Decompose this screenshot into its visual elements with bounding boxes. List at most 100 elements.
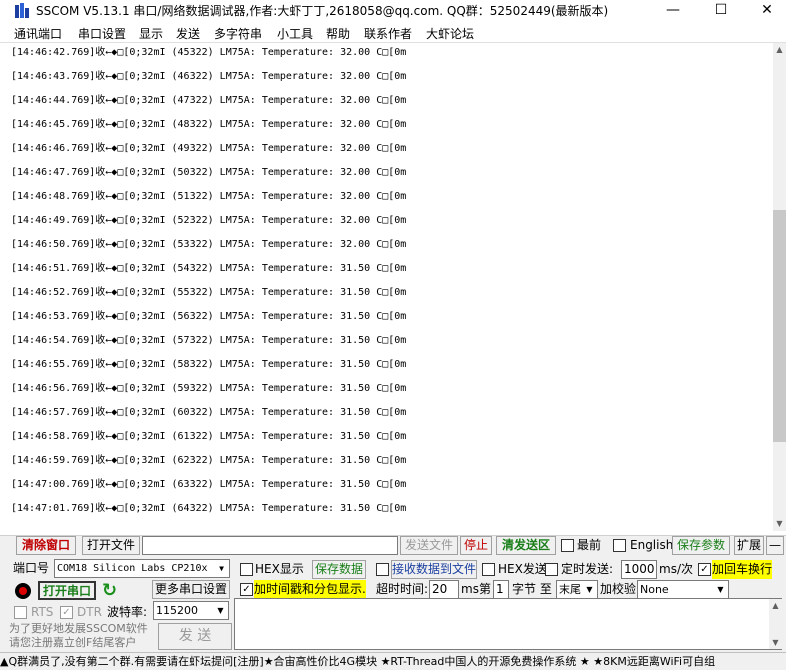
save-params-button[interactable]: 保存参数 [672,536,730,555]
menu-send[interactable]: 发送 [176,25,200,42]
chevron-down-icon: ▼ [582,581,597,598]
timestamp-checkbox[interactable]: ✓ [240,583,253,596]
send-file-button[interactable]: 发送文件 [400,536,458,555]
checksum-value: None [640,583,669,596]
menu-contact-author[interactable]: 联系作者 [364,25,412,42]
app-icon [14,2,32,19]
menu-display[interactable]: 显示 [139,25,163,42]
log-line: [14:46:47.769]收←◆□[0;32mI (50322) LM75A:… [11,167,407,178]
close-button[interactable]: ✕ [744,0,786,21]
log-line: [14:46:59.769]收←◆□[0;32mI (62322) LM75A:… [11,455,407,466]
save-data-button[interactable]: 保存数据 [312,560,366,579]
log-line: [14:46:50.769]收←◆□[0;32mI (53322) LM75A:… [11,239,407,250]
timed-send-checkbox[interactable] [545,563,558,576]
refresh-icon[interactable]: ↻ [102,580,122,602]
promo-line-1: 为了更好地发展SSCOM软件 [9,622,148,635]
log-line: [14:46:58.769]收←◆□[0;32mI (61322) LM75A:… [11,431,407,442]
rts-checkbox[interactable] [14,606,27,619]
log-line: [14:46:45.769]收←◆□[0;32mI (48322) LM75A:… [11,119,407,130]
status-bar[interactable]: ▲Q群满员了,没有第二个群.有需要请在虾坛提问[注册]★合宙高性价比4G模块 ★… [0,652,786,670]
baud-select[interactable]: 115200 ▼ [153,601,229,620]
port-value: COM18 Silicon Labs CP210x [57,563,208,574]
dtr-label: DTR [77,605,102,619]
log-line: [14:46:48.769]收←◆□[0;32mI (51322) LM75A:… [11,191,407,202]
menu-serial-settings[interactable]: 串口设置 [78,25,126,42]
timeout-label: 超时时间: [376,582,429,596]
add-crlf-label: 加回车换行 [712,560,773,579]
open-port-button[interactable]: 打开串口 [38,581,96,600]
scroll-down-icon[interactable]: ▼ [773,517,786,530]
log-line: [14:46:49.769]收←◆□[0;32mI (52322) LM75A:… [11,215,407,226]
stop-button[interactable]: 停止 [460,536,492,555]
log-line: [14:46:55.769]收←◆□[0;32mI (58322) LM75A:… [11,359,407,370]
timestamp-label: 加时间戳和分包显示. [254,580,366,599]
log-line: [14:46:44.769]收←◆□[0;32mI (47322) LM75A:… [11,95,407,106]
topmost-checkbox[interactable] [561,539,574,552]
log-line: [14:46:52.769]收←◆□[0;32mI (55322) LM75A:… [11,287,407,298]
byte-to-label: 字节 至 [512,582,552,596]
scroll-up-icon[interactable]: ▲ [769,599,782,612]
interval-input[interactable]: 1000 [621,560,657,579]
log-line: [14:46:51.769]收←◆□[0;32mI (54322) LM75A:… [11,263,407,274]
log-line: [14:47:00.769]收←◆□[0;32mI (63322) LM75A:… [11,479,407,490]
promo-line-2: 请您注册嘉立创F结尾客户 [9,636,137,649]
menu-tools[interactable]: 小工具 [277,25,313,42]
baud-value: 115200 [156,604,198,617]
log-line: [14:46:57.769]收←◆□[0;32mI (60322) LM75A:… [11,407,407,418]
checksum-label: 加校验 [600,582,637,596]
port-status-icon [15,583,31,599]
byte-end-select[interactable]: 末尾 ▼ [556,580,598,599]
log-line: [14:46:56.769]收←◆□[0;32mI (59322) LM75A:… [11,383,407,394]
menu-forum[interactable]: 大虾论坛 [426,25,474,42]
recv-to-file-button[interactable]: 接收数据到文件 [391,560,477,579]
log-line: [14:46:53.769]收←◆□[0;32mI (56322) LM75A:… [11,311,407,322]
clear-send-button[interactable]: 清发送区 [496,536,556,555]
scroll-up-icon[interactable]: ▲ [773,43,786,56]
port-label: 端口号 [13,561,50,575]
chevron-down-icon: ▼ [214,560,229,577]
expand-button[interactable]: 扩展 [734,536,764,555]
byte-end-value: 末尾 [559,583,581,596]
collapse-button[interactable]: — [766,536,784,555]
receive-log[interactable]: [14:46:42.769]收←◆□[0;32mI (45322) LM75A:… [7,43,773,531]
menu-multi-string[interactable]: 多字符串 [214,25,262,42]
log-line: [14:46:54.769]收←◆□[0;32mI (57322) LM75A:… [11,335,407,346]
recv-to-file-checkbox[interactable] [376,563,389,576]
timed-send-label: 定时发送: [561,562,614,576]
open-file-button[interactable]: 打开文件 [82,536,140,555]
chevron-down-icon: ▼ [213,602,228,619]
more-port-settings-button[interactable]: 更多串口设置 [152,580,230,599]
timeout-input[interactable]: 20 [429,580,459,599]
menu-port[interactable]: 通讯端口 [14,25,62,42]
maximize-button[interactable]: ☐ [698,0,744,21]
interval-unit: ms/次 [659,562,693,576]
hex-display-label: HEX显示 [255,562,304,576]
port-select[interactable]: COM18 Silicon Labs CP210x ▼ [54,559,230,578]
file-path-input[interactable] [142,536,398,555]
english-label: English [630,538,674,552]
clear-window-button[interactable]: 清除窗口 [16,536,76,555]
hex-display-checkbox[interactable] [240,563,253,576]
send-button[interactable]: 发 送 [158,623,232,650]
scrollbar-thumb[interactable] [773,210,786,442]
log-line: [14:46:42.769]收←◆□[0;32mI (45322) LM75A:… [11,47,407,58]
byte-index-input[interactable]: 1 [493,580,509,599]
dtr-checkbox[interactable]: ✓ [60,606,73,619]
hex-send-checkbox[interactable] [482,563,495,576]
minimize-button[interactable]: — [650,0,696,21]
scroll-down-icon[interactable]: ▼ [769,636,782,649]
chevron-down-icon: ▼ [713,581,728,598]
english-checkbox[interactable] [613,539,626,552]
topmost-label: 最前 [577,538,602,552]
byte-index-label: 第 [479,582,492,596]
log-line: [14:46:43.769]收←◆□[0;32mI (46322) LM75A:… [11,71,407,82]
rts-label: RTS [31,605,54,619]
send-textarea[interactable] [234,598,782,650]
baud-label: 波特率: [107,605,148,619]
add-crlf-checkbox[interactable]: ✓ [698,563,711,576]
menu-help[interactable]: 帮助 [326,25,350,42]
timeout-unit: ms [461,582,479,596]
log-line: [14:46:46.769]收←◆□[0;32mI (49322) LM75A:… [11,143,407,154]
log-line: [14:47:01.769]收←◆□[0;32mI (64322) LM75A:… [11,503,407,514]
checksum-select[interactable]: None ▼ [637,580,729,599]
